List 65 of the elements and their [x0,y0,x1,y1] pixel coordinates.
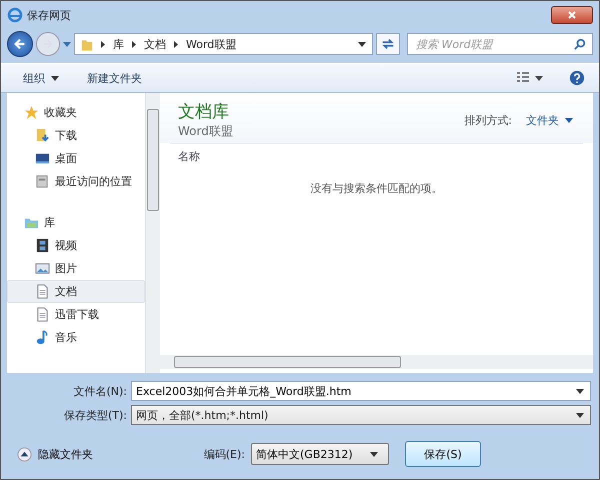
search-icon [574,38,586,50]
library-subtitle: Word联盟 [178,123,233,140]
desktop-icon [35,151,50,166]
window-title: 保存网页 [27,8,71,22]
sidebar-item[interactable]: 视频 [7,234,145,257]
picture-icon [35,261,50,276]
download-icon [35,128,50,143]
library-title: 文档库 [178,101,230,123]
music-icon [35,330,50,345]
breadcrumb[interactable]: 文档 [144,36,166,52]
back-arrow-icon [13,37,27,51]
breadcrumb[interactable]: Word联盟 [186,36,236,52]
filename-input[interactable]: Excel2003如何合并单元格_Word联盟.htm [132,384,576,398]
star-icon [24,105,39,120]
encoding-label: 编码(E): [204,446,245,462]
refresh-icon [381,37,395,51]
arrange-dropdown[interactable]: 文件夹 [526,112,573,128]
caret-icon [565,118,573,122]
caret-icon [51,76,59,80]
view-options-icon[interactable] [517,72,543,84]
sidebar-item[interactable]: 迅雷下载 [7,303,145,326]
new-folder-button[interactable]: 新建文件夹 [79,68,150,88]
filename-field[interactable]: Excel2003如何合并单元格_Word联盟.htm [131,381,591,401]
sidebar-item[interactable]: 图片 [7,257,145,280]
document-icon [35,307,50,322]
sidebar-item[interactable]: 库 [7,211,145,234]
hide-folders-button[interactable]: 隐藏文件夹 [9,446,101,462]
sidebar-item[interactable]: 最近访问的位置 [7,170,145,193]
close-icon [567,10,577,20]
sidebar-item[interactable]: 下载 [7,124,145,147]
horizontal-scrollbar[interactable] [160,355,593,369]
caret-icon[interactable] [576,388,584,394]
column-header[interactable]: 名称 [178,150,200,163]
collapse-icon [17,446,32,462]
arrange-label: 排列方式: [464,112,512,128]
chevron-icon[interactable] [174,40,178,48]
sidebar-item[interactable]: 文档 [7,280,145,303]
empty-message: 没有与搜索条件匹配的项。 [310,182,442,195]
chevron-icon[interactable] [101,40,105,48]
caret-icon [370,452,378,456]
refresh-button[interactable] [376,33,400,55]
recent-icon [35,174,50,189]
vertical-scrollbar[interactable] [145,93,160,373]
video-icon [35,238,50,253]
sidebar-item[interactable]: 音乐 [7,326,145,349]
address-bar[interactable]: 库 文档 Word联盟 [74,33,373,55]
filename-label: 文件名(N): [72,384,128,398]
search-input[interactable]: 搜索 Word联盟 [408,38,574,50]
encoding-dropdown[interactable]: 简体中文(GB2312) [251,443,389,465]
help-icon[interactable] [569,70,585,86]
breadcrumb[interactable]: 库 [113,36,124,52]
file-type-label: 保存类型(T): [62,408,128,422]
caret-icon [576,412,584,418]
sidebar-item[interactable]: 收藏夹 [7,101,145,124]
back-button[interactable] [7,31,33,57]
caret-icon[interactable] [358,42,366,46]
close-button[interactable] [551,6,593,24]
document-icon [35,284,50,299]
chevron-icon[interactable] [132,40,136,48]
save-button[interactable]: 保存(S) [405,441,481,467]
forward-arrow-icon [42,38,54,50]
search-field[interactable]: 搜索 Word联盟 [407,33,593,55]
organize-button[interactable]: 组织 [15,68,67,88]
sidebar-item[interactable]: 桌面 [7,147,145,170]
file-type-dropdown[interactable]: 网页，全部(*.htm;*.html) [131,405,591,425]
